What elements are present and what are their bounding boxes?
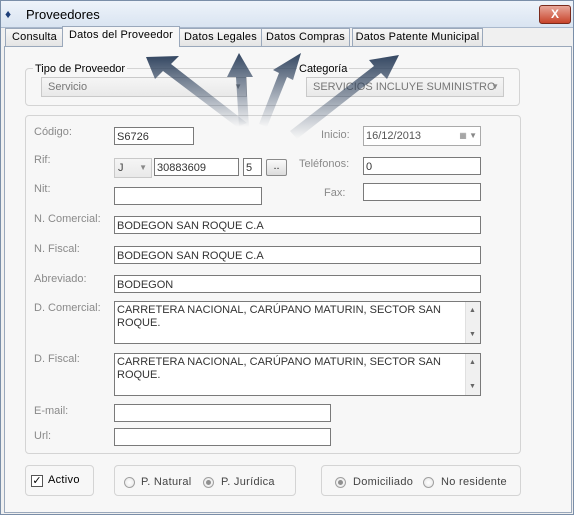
- d-fiscal-text: CARRETERA NACIONAL, CARÚPANO MATURIN, SE…: [117, 356, 441, 381]
- tab-datos-compras[interactable]: Datos Compras: [261, 28, 350, 46]
- rif-type-value: J: [118, 162, 124, 174]
- email-label: E-mail:: [34, 405, 69, 417]
- domiciliado-radio[interactable]: [335, 477, 346, 488]
- window-title: Proveedores: [26, 7, 100, 22]
- n-comercial-label: N. Comercial:: [34, 213, 101, 225]
- tipo-select[interactable]: Servicio ▼: [41, 77, 247, 97]
- telefonos-label: Teléfonos:: [299, 158, 350, 170]
- p-juridica-radio[interactable]: [203, 477, 214, 488]
- no-residente-label: No residente: [441, 476, 507, 488]
- d-fiscal-textarea[interactable]: CARRETERA NACIONAL, CARÚPANO MATURIN, SE…: [114, 353, 481, 396]
- p-natural-label: P. Natural: [141, 476, 192, 488]
- p-natural-radio[interactable]: [124, 477, 135, 488]
- scroll-up-icon[interactable]: ▲: [469, 356, 476, 369]
- n-fiscal-field[interactable]: BODEGON SAN ROQUE C.A: [114, 246, 481, 264]
- no-residente-radio[interactable]: [423, 477, 434, 488]
- url-field[interactable]: [114, 428, 331, 446]
- tab-datos-del-proveedor[interactable]: Datos del Proveedor: [62, 26, 180, 47]
- inicio-date-picker[interactable]: 16/12/2013 ▦ ▼: [363, 126, 481, 146]
- activo-checkbox[interactable]: ✓: [31, 475, 43, 487]
- categoria-label: Categoría: [297, 63, 350, 75]
- nit-label: Nit:: [34, 183, 51, 195]
- d-comercial-text: CARRETERA NACIONAL, CARÚPANO MATURIN, SE…: [117, 304, 441, 329]
- n-comercial-field[interactable]: BODEGON SAN ROQUE C.A: [114, 216, 481, 234]
- activo-label: Activo: [48, 474, 80, 486]
- codigo-label: Código:: [34, 126, 72, 138]
- rif-label: Rif:: [34, 154, 51, 166]
- inicio-label: Inicio:: [321, 129, 350, 141]
- title-bar: ♦ Proveedores X: [1, 1, 573, 28]
- tab-datos-patente-municipal[interactable]: Datos Patente Municipal: [352, 28, 483, 46]
- categoria-value: SERVICIOS INCLUYE SUMINISTRO: [313, 81, 496, 93]
- abreviado-field[interactable]: BODEGON: [114, 275, 481, 293]
- telefonos-field[interactable]: 0: [363, 157, 481, 175]
- tipo-label: Tipo de Proveedor: [33, 63, 128, 75]
- rif-type-select[interactable]: J ▼: [114, 158, 152, 178]
- d-comercial-label: D. Comercial:: [34, 302, 101, 314]
- tipo-value: Servicio: [48, 81, 88, 93]
- d-fiscal-label: D. Fiscal:: [34, 353, 80, 365]
- scroll-down-icon[interactable]: ▼: [469, 328, 476, 341]
- nit-field[interactable]: [114, 187, 262, 205]
- p-juridica-label: P. Jurídica: [221, 476, 275, 488]
- scroll-down-icon[interactable]: ▼: [469, 380, 476, 393]
- inicio-value: 16/12/2013: [366, 130, 422, 142]
- d-comercial-textarea[interactable]: CARRETERA NACIONAL, CARÚPANO MATURIN, SE…: [114, 301, 481, 344]
- tab-datos-legales[interactable]: Datos Legales: [178, 28, 263, 46]
- chevron-down-icon: ▼: [491, 82, 499, 91]
- rif-number-field[interactable]: 30883609: [154, 158, 239, 176]
- chevron-down-icon: ▼: [139, 163, 147, 172]
- codigo-field[interactable]: S6726: [114, 127, 194, 145]
- domiciliado-label: Domiciliado: [353, 476, 414, 488]
- url-label: Url:: [34, 430, 52, 442]
- rif-digit-field[interactable]: 5: [243, 158, 262, 176]
- close-button[interactable]: X: [539, 5, 571, 24]
- scrollbar[interactable]: ▲ ▼: [465, 302, 480, 343]
- scrollbar[interactable]: ▲ ▼: [465, 354, 480, 395]
- app-icon: ♦: [5, 7, 12, 21]
- fax-label: Fax:: [324, 187, 346, 199]
- calendar-icon: ▦ ▼: [459, 131, 477, 140]
- tab-consulta[interactable]: Consulta: [5, 28, 64, 46]
- fax-field[interactable]: [363, 183, 481, 201]
- n-fiscal-label: N. Fiscal:: [34, 243, 80, 255]
- categoria-select[interactable]: SERVICIOS INCLUYE SUMINISTRO ▼: [306, 77, 504, 97]
- proveedores-window: ♦ Proveedores X Consulta Datos del Prove…: [0, 0, 574, 515]
- abreviado-label: Abreviado:: [34, 273, 87, 285]
- email-field[interactable]: [114, 404, 331, 422]
- chevron-down-icon: ▼: [234, 82, 242, 91]
- rif-lookup-button[interactable]: ..: [266, 159, 287, 176]
- scroll-up-icon[interactable]: ▲: [469, 304, 476, 317]
